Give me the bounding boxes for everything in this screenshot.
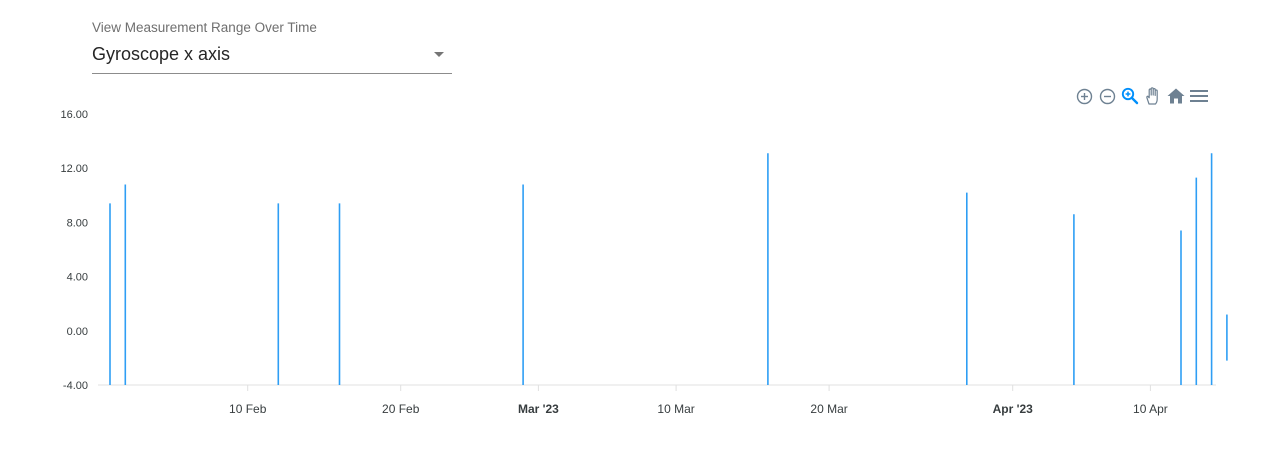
- x-tick-label: 20 Mar: [810, 402, 847, 416]
- x-tick-label: Apr '23: [993, 402, 1034, 416]
- y-tick-label: 8.00: [67, 217, 88, 229]
- x-tick-label: 20 Feb: [382, 402, 420, 416]
- y-tick-label: 4.00: [67, 272, 88, 284]
- y-tick-label: 12.00: [60, 163, 88, 175]
- x-tick-label: 10 Mar: [657, 402, 694, 416]
- x-tick-label: 10 Feb: [229, 402, 267, 416]
- y-tick-label: -4.00: [63, 380, 88, 392]
- range-bar-chart: 16.00 12.00 8.00 4.00 0.00 -4.00 10 Feb 20 Feb M…: [60, 109, 1228, 416]
- y-tick-label: 0.00: [67, 326, 88, 338]
- x-tick-label: 10 Apr: [1133, 402, 1168, 416]
- y-tick-label: 16.00: [60, 109, 88, 121]
- x-tick-label: Mar '23: [518, 402, 559, 416]
